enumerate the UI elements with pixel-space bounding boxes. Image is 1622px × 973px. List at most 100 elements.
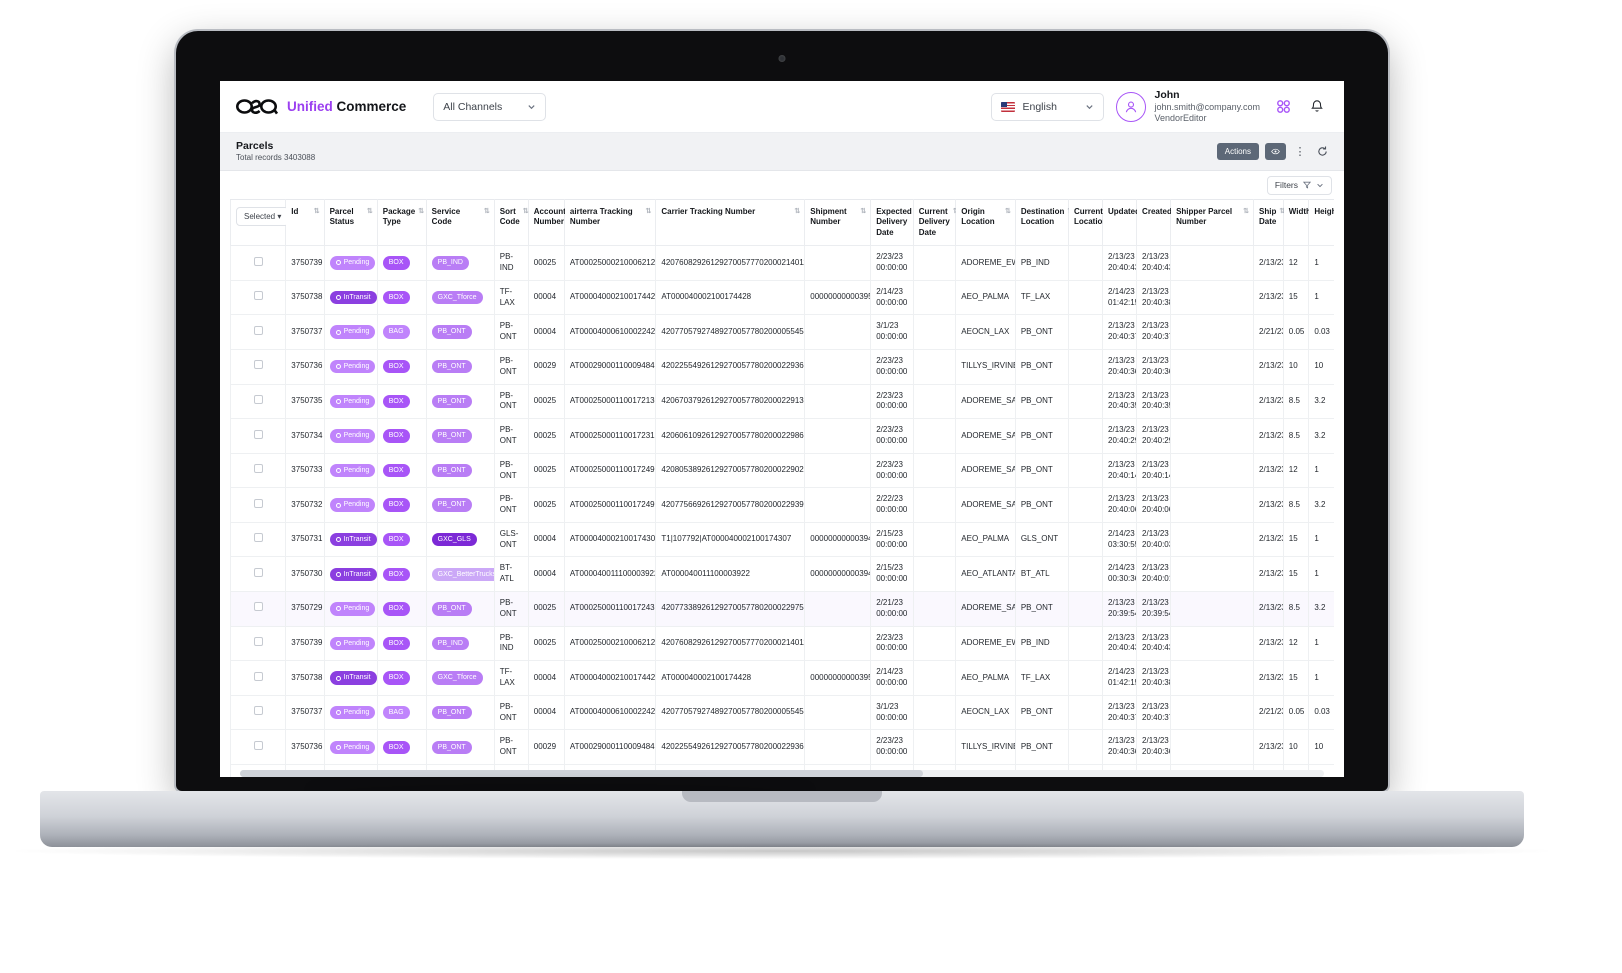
table-row[interactable]: 3750739 Pending BOX PB_IND PB-IND 00025 AT0002… (230, 245, 1334, 281)
row-checkbox[interactable] (253, 740, 263, 750)
package-badge: BOX (382, 290, 410, 305)
scrollbar-thumb[interactable] (240, 769, 923, 777)
row-checkbox[interactable] (253, 256, 263, 266)
col-package-type[interactable]: Package Type ⇅ (376, 198, 427, 247)
col-parcel-status[interactable]: Parcel Status ⇅ (323, 198, 378, 247)
cell-width: 8.5 (1282, 487, 1310, 523)
col-shipper-parcel-number[interactable]: Shipper Parcel Number ⇅ (1170, 198, 1255, 247)
apps-grid-icon[interactable] (1272, 96, 1294, 118)
service-badge: GXC_Tforce (431, 671, 483, 685)
cell-updated: 2/13/23 20:40:14 (1102, 452, 1138, 489)
col-carrier-tracking-number[interactable]: Carrier Tracking Number ⇅ (655, 198, 806, 247)
row-checkbox-cell[interactable] (230, 245, 287, 281)
col-origin-location[interactable]: Origin Location ⇅ (955, 198, 1016, 247)
row-checkbox-cell[interactable] (230, 383, 287, 420)
refresh-icon[interactable] (1314, 143, 1330, 160)
status-badge: InTransit (329, 532, 377, 547)
table-row[interactable]: 3750737 Pending BAG PB_ONT PB-ONT 00004 AT0000… (230, 314, 1334, 350)
cell-parcel-status: Pending (323, 591, 378, 627)
row-checkbox-cell[interactable] (230, 591, 287, 627)
cell-expected-delivery-date: 2/23/2300:00:00 (870, 418, 914, 454)
table-row[interactable]: 3750738 InTransit BOX GXC_Tforce TF-LAX 00004… (230, 279, 1334, 316)
brand[interactable]: Unified Commerce (236, 98, 406, 115)
table-row[interactable]: 3750732 Pending BOX PB_ONT PB-ONT 00025 AT0002… (230, 487, 1334, 523)
service-badge: GXC_GLS (431, 532, 477, 547)
row-checkbox[interactable] (253, 498, 263, 508)
filters-button[interactable]: Filters (1266, 175, 1332, 195)
row-checkbox[interactable] (253, 567, 263, 577)
col-account-number[interactable]: Account Number⇅ (527, 198, 575, 247)
row-checkbox-cell[interactable] (230, 348, 287, 385)
col-destination-location[interactable]: Destination Location⇅ (1014, 198, 1073, 247)
col-updated[interactable]: Updated⇅ (1102, 198, 1149, 247)
cell-destination-location: PB_IND (1014, 245, 1069, 281)
col-width[interactable]: Width⇅ (1282, 198, 1320, 247)
row-checkbox[interactable] (253, 464, 263, 474)
cell-expected-delivery-date: 2/15/23 00:00:00 (870, 556, 914, 593)
table-row[interactable]: 3750737 Pending BAG PB_ONT PB-ONT 00004 AT0000… (230, 694, 1334, 731)
selected-dropdown[interactable]: Selected ▾ (236, 206, 290, 226)
row-checkbox-cell[interactable] (230, 418, 287, 454)
language-select[interactable]: English (991, 92, 1105, 121)
cell-shipper-parcel-number (1170, 383, 1255, 420)
row-checkbox-cell[interactable] (230, 487, 287, 523)
col-expected-delivery-date[interactable]: Expected Delivery Date⇅ (870, 198, 921, 247)
table-row[interactable]: 3750733 Pending BOX PB_ONT PB-ONT 00025 AT0002… (230, 452, 1334, 489)
col-created[interactable]: Created⇅ (1136, 198, 1181, 247)
col-height[interactable]: Height⇅ (1308, 198, 1334, 247)
row-checkbox[interactable] (253, 602, 263, 612)
row-checkbox-cell[interactable] (230, 556, 287, 593)
row-checkbox-cell[interactable] (230, 314, 287, 350)
table-row[interactable]: 3750734 Pending BOX PB_ONT PB-ONT 00025 AT0002… (230, 418, 1334, 454)
row-checkbox-cell[interactable] (230, 452, 287, 489)
row-checkbox[interactable] (253, 394, 263, 404)
table-row[interactable]: 3750730 InTransit BOX GXC_BetterTrucks BT-AT… (230, 556, 1334, 593)
table-row[interactable]: 3750738 InTransit BOX GXC_Tforce TF-LAX 00004… (230, 660, 1334, 696)
row-checkbox-cell[interactable] (230, 694, 287, 731)
row-checkbox[interactable] (253, 360, 263, 370)
table-row[interactable]: 3750736 Pending BOX PB_ONT PB-ONT 00029 AT0002… (230, 729, 1334, 766)
row-checkbox[interactable] (253, 429, 263, 439)
cell-updated: 2/13/23 20:40:36 (1102, 729, 1138, 766)
visibility-eye-button[interactable] (1265, 142, 1286, 160)
col-id[interactable]: Id ⇅ (285, 198, 325, 247)
user-block[interactable]: John john.smith@company.com VendorEditor (1116, 89, 1260, 125)
cell-id: 3750738 (285, 279, 325, 316)
cell-package-type: BOX (376, 452, 427, 489)
row-checkbox-cell[interactable] (230, 521, 287, 558)
row-checkbox[interactable] (253, 291, 263, 301)
cell-shipment-number: 0000000000039524 (804, 279, 872, 316)
col-shipment-number[interactable]: Shipment Number ⇅ (804, 198, 872, 247)
row-checkbox-cell[interactable] (230, 625, 287, 662)
channel-select[interactable]: All Channels (433, 92, 547, 121)
horizontal-scrollbar[interactable] (240, 769, 1324, 777)
row-checkbox[interactable] (253, 533, 263, 543)
row-checkbox[interactable] (253, 637, 263, 647)
col-sort-code[interactable]: Sort Code ⇅ (493, 198, 529, 247)
col-service-code[interactable]: Service Code ⇅ (425, 198, 495, 247)
cell-ship-date: 2/13/23 (1253, 660, 1284, 696)
row-checkbox[interactable] (253, 325, 263, 335)
row-checkbox-cell[interactable] (230, 729, 287, 766)
table-row[interactable]: 3750731 InTransit BOX GXC_GLS GLS-ONT 00004 AT… (230, 521, 1334, 558)
col-ship-date[interactable]: Ship Date ⇅ (1253, 198, 1285, 247)
col-current-delivery-date[interactable]: Current Delivery Date⇅ (912, 198, 959, 247)
cell-parcel-status: InTransit (323, 556, 378, 593)
table-row[interactable]: 3750739 Pending BOX PB_IND PB-IND 00025 AT0002… (230, 625, 1334, 662)
col-airterra-tracking-number[interactable]: airterra Tracking Number ⇅ (563, 198, 657, 247)
cell-current-location (1067, 591, 1104, 627)
row-checkbox-cell[interactable] (230, 279, 287, 316)
table-row[interactable]: 3750735 Pending BOX PB_ONT PB-ONT00025AT0002… (230, 383, 1334, 420)
table-row[interactable]: 3750736 Pending BOX PB_ONT PB-ONT 00029 AT0002… (230, 348, 1334, 385)
row-checkbox[interactable] (253, 706, 263, 716)
col-current-location[interactable]: Current Location⇅ (1067, 198, 1116, 247)
row-checkbox[interactable] (253, 671, 263, 681)
table-head: Selected ▾ Id ⇅ Parcel Status ⇅ Package Ty… (230, 198, 1334, 247)
more-vertical-icon[interactable]: ⋮ (1292, 143, 1308, 160)
cell-height: 1 (1308, 660, 1334, 696)
notification-bell-icon[interactable] (1306, 96, 1328, 118)
actions-button[interactable]: Actions (1216, 142, 1259, 160)
table-row[interactable]: 3750729 Pending BOX PB_ONT PB-ONT 00025 AT0002… (230, 591, 1334, 627)
row-checkbox-cell[interactable] (230, 660, 287, 696)
parcels-table-container[interactable]: Selected ▾ Id ⇅ Parcel Status ⇅ Package Ty… (230, 198, 1334, 777)
